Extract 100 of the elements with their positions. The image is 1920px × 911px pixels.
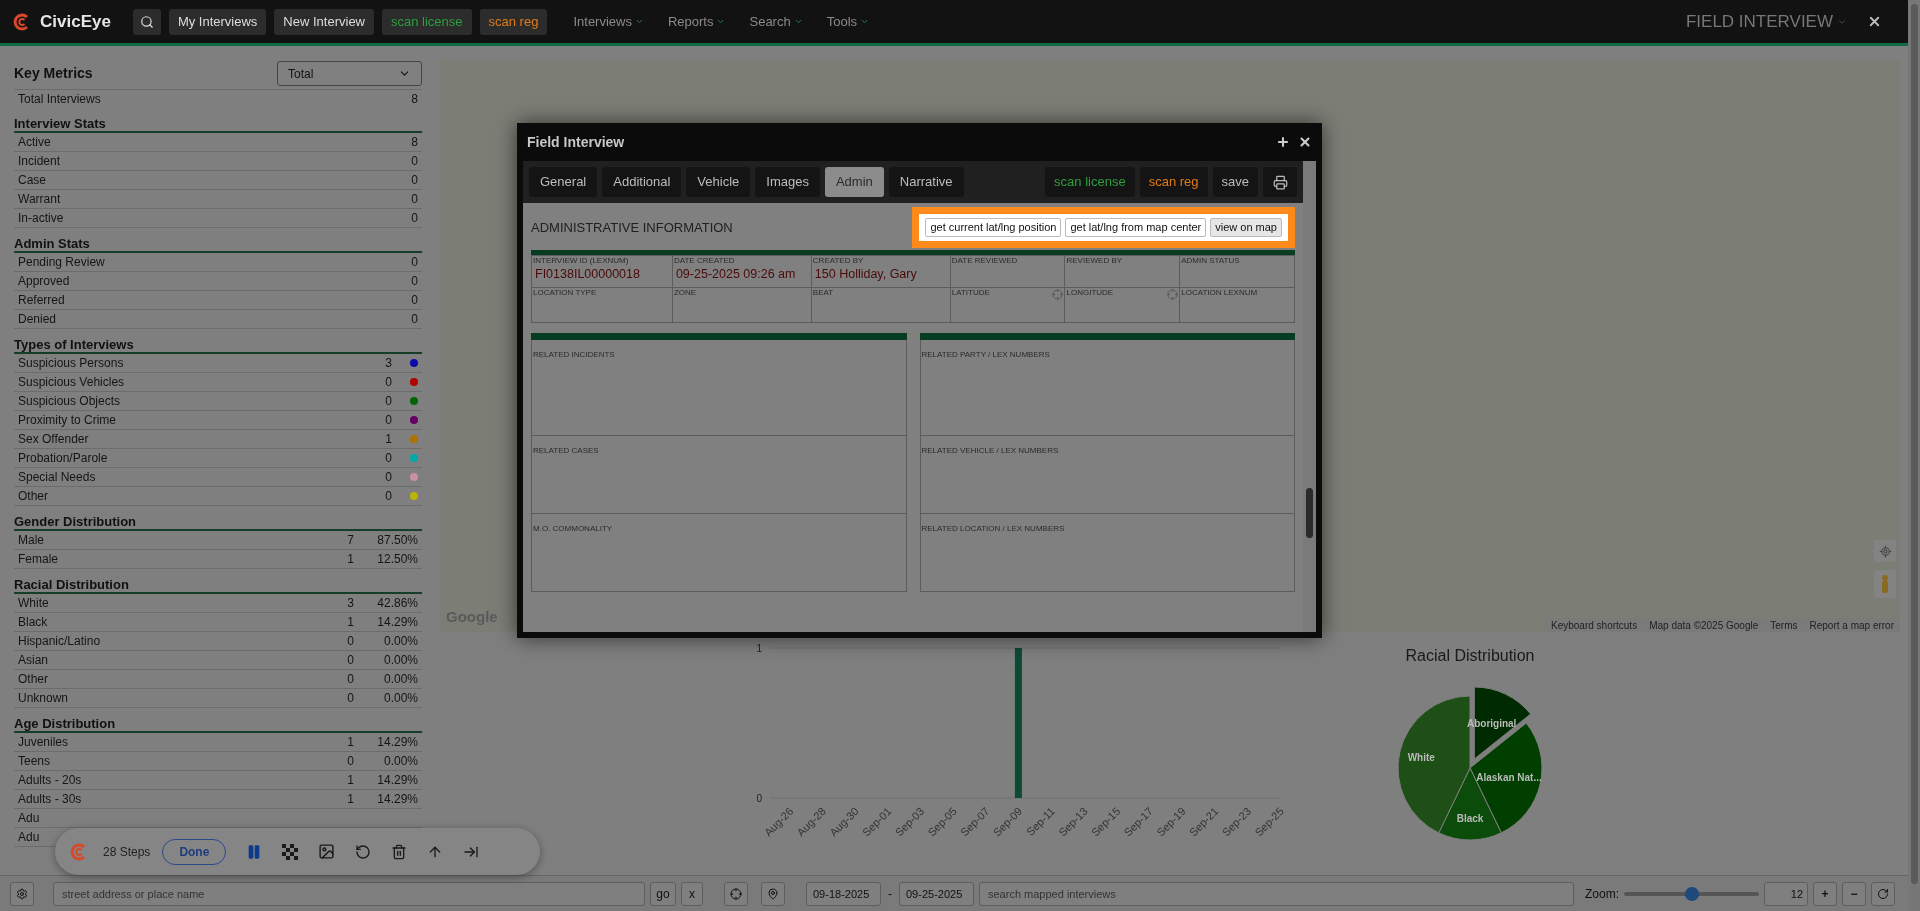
metric-percent: 0.00% xyxy=(382,690,418,707)
metric-percent: 14.29% xyxy=(376,772,418,789)
metric-label: Warrant xyxy=(18,191,62,208)
clear-button[interactable]: x xyxy=(681,881,703,906)
metric-count: 0 xyxy=(411,311,418,328)
box-label: RELATED PARTY / LEX NUMBERS xyxy=(921,350,1050,359)
metric-count: 0 xyxy=(346,690,354,707)
metric-label: Hispanic/Latino xyxy=(18,633,102,650)
locate-icon xyxy=(1878,544,1892,558)
attribution-link[interactable]: Terms xyxy=(1770,617,1798,633)
metric-percent: 0.00% xyxy=(382,753,418,770)
menu-button[interactable]: Tools xyxy=(826,11,870,32)
refresh-icon xyxy=(1877,887,1889,900)
metric-label: Referred xyxy=(18,292,66,309)
metric-count: 0 xyxy=(411,254,418,271)
menu-button[interactable]: Interviews xyxy=(573,11,644,32)
field-label: LOCATION LEXNUM xyxy=(1181,288,1258,298)
section-header: Types of Interviews xyxy=(14,335,422,354)
zoom-field[interactable]: 12 xyxy=(1764,881,1808,906)
attribution-link[interactable]: Map data ©2025 Google xyxy=(1649,617,1759,633)
toolbar-button[interactable]: My Interviews xyxy=(168,8,267,35)
zoom-in-button[interactable]: + xyxy=(1813,881,1837,906)
metric-label: Suspicious Objects xyxy=(18,393,122,410)
box-label: RELATED INCIDENTS xyxy=(533,350,615,359)
metric-label: Case xyxy=(18,172,47,189)
print-button[interactable] xyxy=(1263,167,1297,197)
date-to-field[interactable]: 09-25-2025 xyxy=(899,881,974,906)
box-label: RELATED LOCATION / LEX NUMBERS xyxy=(921,524,1065,533)
toolbar-button[interactable]: scan reg xyxy=(479,8,548,35)
filter-select[interactable]: Total xyxy=(277,61,422,86)
search-button[interactable] xyxy=(132,8,161,35)
refresh-button[interactable] xyxy=(1871,881,1895,906)
metric-count: 0 xyxy=(346,652,354,669)
slice-label: White xyxy=(1407,751,1435,763)
field-label: REVIEWED BY xyxy=(1066,256,1124,266)
attribution-link[interactable]: Keyboard shortcuts xyxy=(1551,617,1638,633)
dialog-tab[interactable]: Images xyxy=(755,167,820,197)
dialog-tab[interactable]: Vehicle xyxy=(686,167,751,197)
section-header: Interview Stats xyxy=(14,114,422,133)
metric-percent: 42.86% xyxy=(376,595,418,612)
search-field[interactable]: search mapped interviews xyxy=(979,881,1574,906)
metric-count: 0 xyxy=(346,633,354,650)
metric-percent: 0.00% xyxy=(382,652,418,669)
dialog-action-button[interactable]: scan license xyxy=(1045,167,1135,197)
y-tick-label: 1 xyxy=(756,643,762,654)
section-header: Age Distribution xyxy=(14,714,422,733)
location-button[interactable]: view on map xyxy=(1210,218,1282,237)
metric-label: Asian xyxy=(18,652,50,669)
section-title: ADMINISTRATIVE INFORMATION xyxy=(531,218,733,237)
metric-label: Unknown xyxy=(18,690,70,707)
field-label: DATE REVIEWED xyxy=(951,256,1019,266)
toolbar-button[interactable]: scan license xyxy=(382,8,472,35)
toolbar-button[interactable]: New Interview xyxy=(274,8,374,35)
metric-label: Other xyxy=(18,671,49,688)
metric-count: 0 xyxy=(411,172,418,189)
page-title-menu[interactable]: FIELD INTERVIEW xyxy=(1685,8,1847,35)
dialog-tab[interactable]: General xyxy=(529,167,598,197)
menu-button[interactable]: Search xyxy=(749,11,803,32)
metric-label: Denied xyxy=(18,311,58,328)
dialog-action-button[interactable]: scan reg xyxy=(1139,167,1208,197)
metric-percent: 0.00% xyxy=(382,633,418,650)
zoom-out-button[interactable]: − xyxy=(1842,881,1866,906)
metric-label: Sex Offender xyxy=(18,431,90,448)
address-field[interactable]: street address or place name xyxy=(53,881,645,906)
location-button[interactable]: get current lat/lng position xyxy=(925,218,1062,237)
pin-button[interactable] xyxy=(761,881,785,906)
metric-count: 0 xyxy=(411,210,418,227)
printer-icon xyxy=(1272,174,1288,190)
metric-label: Suspicious Persons xyxy=(18,355,125,372)
crosshair-button[interactable] xyxy=(724,881,748,906)
location-button[interactable]: get lat/lng from map center xyxy=(1065,218,1207,237)
close-icon xyxy=(1867,14,1882,29)
checker-icon xyxy=(282,843,299,860)
slice-label: Alaskan Nat... xyxy=(1476,771,1542,783)
metric-label: Adu xyxy=(18,829,41,846)
dialog-tab[interactable]: Additional xyxy=(602,167,682,197)
metric-count: 0 xyxy=(411,153,418,170)
field-value: FI0138IL00000018 xyxy=(534,266,641,283)
metric-count: 0 xyxy=(385,412,392,429)
locate-button[interactable] xyxy=(1874,540,1896,562)
zoom-slider[interactable] xyxy=(1624,886,1759,901)
dialog-tab[interactable]: Narrative xyxy=(888,167,964,197)
attribution-link[interactable]: Report a map error xyxy=(1809,617,1894,633)
menu-button[interactable]: Reports xyxy=(667,11,726,32)
field-label: CREATED BY xyxy=(812,256,865,266)
metric-count: 1 xyxy=(346,772,354,789)
metric-label: Suspicious Vehicles xyxy=(18,374,126,391)
metric-percent: 0.00% xyxy=(382,671,418,688)
metric-count: 7 xyxy=(346,532,354,549)
settings-button[interactable] xyxy=(10,881,34,906)
dialog-tab[interactable]: Admin xyxy=(824,167,884,197)
go-button[interactable]: go xyxy=(650,881,676,906)
metric-count: 3 xyxy=(385,355,392,372)
metric-count: 0 xyxy=(411,292,418,309)
zoom-label: Zoom: xyxy=(1585,885,1619,903)
trash-icon xyxy=(391,843,408,860)
metric-percent: 14.29% xyxy=(376,734,418,751)
slider-thumb[interactable] xyxy=(1684,886,1699,901)
dialog-action-button[interactable]: save xyxy=(1212,167,1258,197)
date-from-field[interactable]: 09-18-2025 xyxy=(806,881,881,906)
